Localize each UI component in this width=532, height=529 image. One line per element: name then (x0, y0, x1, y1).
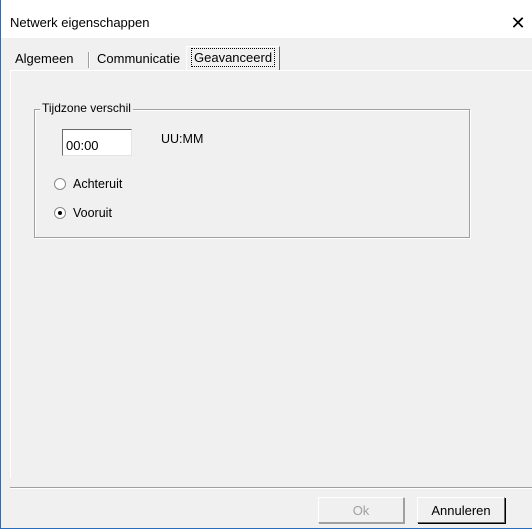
footer-divider (10, 487, 532, 489)
tab-geavanceerd[interactable]: Geavanceerd (186, 46, 281, 71)
timezone-unit-label: UU:MM (161, 132, 204, 146)
radio-vooruit[interactable]: Vooruit (54, 205, 112, 221)
tab-algemeen[interactable]: Algemeen (10, 48, 79, 70)
radio-achteruit-button[interactable] (54, 178, 66, 190)
close-icon[interactable]: ✕ (504, 9, 532, 37)
window-title: Netwerk eigenschappen (10, 15, 150, 30)
radio-vooruit-label: Vooruit (73, 206, 112, 220)
ok-button[interactable]: Ok (318, 497, 404, 523)
cancel-button[interactable]: Annuleren (417, 497, 505, 523)
radio-achteruit-label: Achteruit (73, 177, 123, 191)
timezone-group-legend: Tijdzone verschil (40, 101, 133, 115)
tab-strip: Algemeen Communicatie Geavanceerd (10, 44, 530, 71)
radio-achteruit[interactable]: Achteruit (54, 176, 122, 192)
dialog-window: Netwerk eigenschappen ✕ Algemeen Communi… (0, 0, 532, 529)
tab-separator (88, 52, 90, 68)
radio-vooruit-button[interactable] (54, 207, 66, 219)
timezone-offset-input[interactable]: 00:00 (62, 129, 132, 156)
tab-communicatie[interactable]: Communicatie (92, 48, 185, 70)
tab-geavanceerd-label: Geavanceerd (191, 48, 276, 67)
title-bar[interactable]: Netwerk eigenschappen ✕ (1, 0, 532, 38)
